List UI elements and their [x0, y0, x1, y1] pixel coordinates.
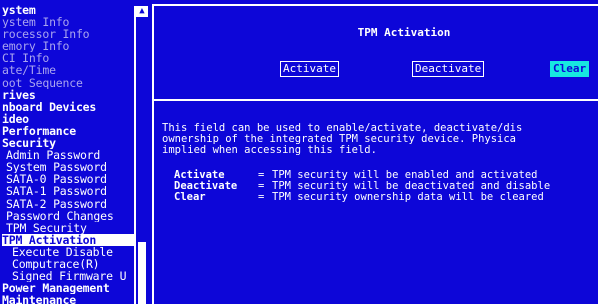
menu-item[interactable]: Maintenance: [2, 294, 144, 304]
menu-item[interactable]: Password Changes: [2, 210, 144, 222]
legend-equals: =: [258, 191, 265, 203]
menu-item[interactable]: TPM Activation: [2, 233, 140, 246]
menu-item[interactable]: nboard Devices: [2, 101, 144, 113]
menu-item[interactable]: ate/Time: [2, 64, 144, 76]
menu-item[interactable]: SATA-0 Password: [2, 173, 144, 185]
option-legend: Activate = TPM security will be enabled an…: [174, 170, 598, 203]
scroll-thumb[interactable]: [138, 242, 146, 304]
menu-item[interactable]: rives: [2, 89, 144, 101]
menu-item[interactable]: Computrace(R): [2, 258, 144, 270]
menu-item[interactable]: Power Management: [2, 282, 144, 294]
menu-item[interactable]: emory Info: [2, 40, 144, 52]
menu-item[interactable]: ystem: [2, 4, 144, 16]
help-line: implied when accessing this field.: [162, 144, 377, 156]
menu-item[interactable]: Admin Password: [2, 149, 144, 161]
scroll-up-arrow-icon[interactable]: ▲: [136, 6, 148, 17]
panel-divider: [154, 99, 598, 101]
legend-key: Clear: [174, 191, 206, 203]
menu-item[interactable]: System Password: [2, 161, 144, 173]
menu-item[interactable]: Signed Firmware U: [2, 270, 144, 282]
menu-item[interactable]: Execute Disable: [2, 246, 144, 258]
menu-item[interactable]: CI Info: [2, 52, 144, 64]
menu-scrollbar[interactable]: ▲: [134, 6, 150, 304]
help-text: This field can be used to enable/activat…: [162, 123, 598, 156]
menu-item[interactable]: oot Sequence: [2, 77, 144, 89]
deactivate-option[interactable]: Deactivate: [412, 61, 485, 77]
bios-screen: ystem ystem Info rocessor Info emory Info CI…: [0, 0, 598, 304]
legend-description: TPM security ownership data will be clea…: [272, 191, 544, 203]
menu-item[interactable]: Security: [2, 137, 144, 149]
settings-menu: ystem ystem Info rocessor Info emory Info CI…: [0, 0, 150, 304]
clear-option[interactable]: Clear: [550, 61, 590, 77]
menu-item[interactable]: ystem Info: [2, 16, 144, 28]
settings-menu-list: ystem ystem Info rocessor Info emory Info CI…: [2, 4, 144, 304]
menu-item[interactable]: SATA-2 Password: [2, 198, 144, 210]
menu-item[interactable]: TPM Security: [2, 222, 144, 234]
legend-row-clear: Clear = TPM security ownership data will b…: [174, 192, 598, 203]
menu-item[interactable]: ideo: [2, 113, 144, 125]
panel-title: TPM Activation: [357, 26, 451, 39]
option-panel: TPM Activation Activate Deactivate Clear…: [152, 4, 598, 304]
menu-item[interactable]: Performance: [2, 125, 144, 137]
menu-item[interactable]: SATA-1 Password: [2, 185, 144, 197]
menu-item[interactable]: rocessor Info: [2, 28, 144, 40]
activate-option[interactable]: Activate: [280, 61, 339, 77]
